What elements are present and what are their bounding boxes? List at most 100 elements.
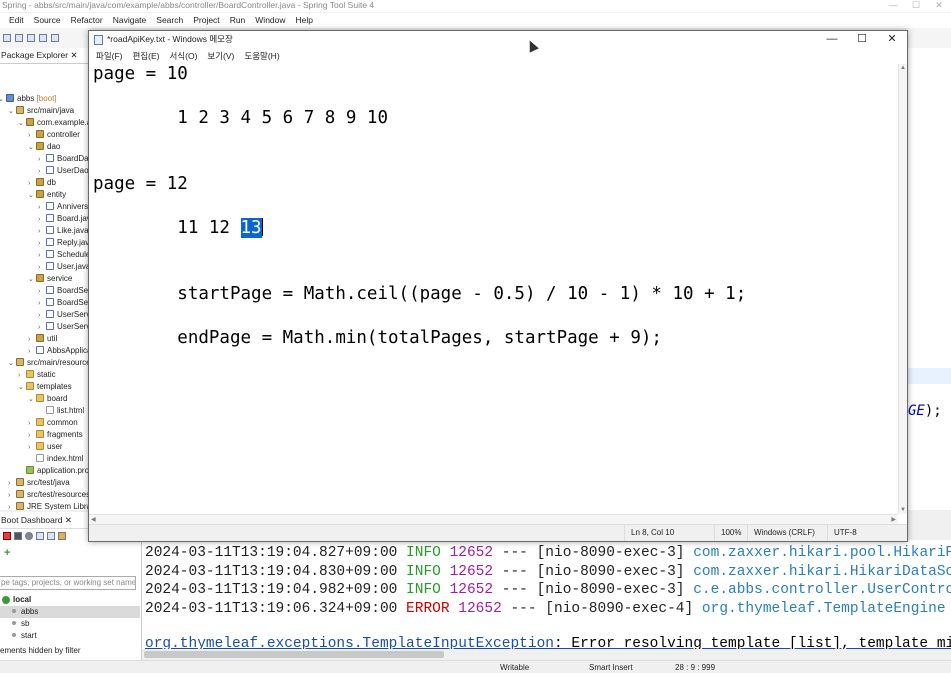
debug-icon[interactable] <box>25 532 33 540</box>
tree-item[interactable]: ⌄ templates <box>18 381 72 393</box>
scroll-down-icon[interactable]: ▼ <box>900 507 906 513</box>
tree-item[interactable]: › fragments <box>28 429 83 441</box>
menu-refactor[interactable]: Refactor <box>66 13 108 28</box>
add-icon[interactable]: + <box>4 547 10 559</box>
print-icon[interactable] <box>27 34 35 42</box>
np-menu-help[interactable]: 도움말(H) <box>239 48 284 64</box>
tree-item[interactable]: › Anniversa <box>38 201 89 213</box>
console-icon[interactable] <box>36 532 44 540</box>
tree-item[interactable]: › util <box>28 333 57 345</box>
selected-text[interactable]: 13 <box>240 218 262 238</box>
menu-run[interactable]: Run <box>225 13 251 28</box>
redo-icon[interactable] <box>51 34 59 42</box>
notepad-minimize-button[interactable]: — <box>817 31 847 48</box>
notepad-text-area[interactable]: page = 10 1 2 3 4 5 6 7 8 9 10 page = 12 … <box>89 64 899 514</box>
menu-project[interactable]: Project <box>188 13 224 28</box>
menu-help[interactable]: Help <box>291 13 318 28</box>
package-explorer-close-icon[interactable]: ✕ <box>70 50 77 60</box>
console-scroll-thumb[interactable] <box>144 651 444 658</box>
java-editor-area[interactable] <box>907 48 951 510</box>
dashboard-group-local[interactable]: local <box>13 594 31 606</box>
notepad-app-icon[interactable] <box>94 35 103 45</box>
tree-item[interactable]: › user <box>28 441 63 453</box>
scroll-up-icon[interactable]: ▲ <box>900 65 906 71</box>
ide-close-button[interactable]: ✕ <box>930 0 948 11</box>
tree-item[interactable]: ›BoardServ <box>38 285 89 297</box>
tree-item[interactable]: › db <box>28 177 56 189</box>
log-logger[interactable]: com.zaxxer.hikari.pool.HikariPool <box>693 545 951 561</box>
start-icon[interactable] <box>3 532 11 540</box>
expand-right-icon[interactable]: › <box>8 502 16 510</box>
tree-item[interactable]: ⌄ entity <box>28 189 66 201</box>
np-menu-view[interactable]: 보기(V) <box>202 48 239 64</box>
expand-down-icon[interactable]: ⌄ <box>8 106 16 118</box>
tree-item[interactable]: › Like.java <box>38 225 89 237</box>
tree-item[interactable]: index.html <box>28 453 83 465</box>
tree-item[interactable]: ⌄ com.example.a <box>18 117 89 130</box>
notepad-horizontal-scrollbar[interactable]: ◀ ▶ <box>89 514 898 524</box>
stop-icon[interactable] <box>14 532 22 540</box>
expand-down-icon[interactable]: ⌄ <box>28 142 36 154</box>
tree-item[interactable]: ⌄abbs [boot] <box>0 93 57 105</box>
ide-maximize-button[interactable]: ☐ <box>907 0 925 11</box>
config-icon[interactable] <box>58 532 66 540</box>
tree-item[interactable]: › src/test/java <box>8 477 70 489</box>
tree-item[interactable]: › AbbsApplica <box>28 345 89 357</box>
expand-down-icon[interactable]: ⌄ <box>18 382 26 394</box>
menu-navigate[interactable]: Navigate <box>108 13 152 28</box>
scroll-right-icon[interactable]: ▶ <box>891 516 896 523</box>
np-menu-format[interactable]: 서식(O) <box>164 48 202 64</box>
tree-item[interactable]: › BoardDao <box>38 153 89 165</box>
dashboard-app-row[interactable]: sb <box>0 618 29 630</box>
log-logger[interactable]: org.thymeleaf.TemplateEngine <box>702 601 946 617</box>
log-logger[interactable]: c.e.abbs.controller.UserController <box>693 582 951 598</box>
dashboard-app-row[interactable]: abbs <box>0 606 140 618</box>
np-menu-file[interactable]: 파일(F) <box>91 48 128 64</box>
save-all-icon[interactable] <box>15 34 23 42</box>
tree-item[interactable]: list.html <box>38 405 84 417</box>
expand-down-icon[interactable]: ⌄ <box>18 118 26 130</box>
menu-edit[interactable]: Edit <box>4 13 29 28</box>
ide-minimize-button[interactable]: — <box>884 0 902 11</box>
tree-item[interactable]: › static <box>18 369 56 381</box>
tree-item[interactable]: ›BoardServ <box>38 297 89 309</box>
log-logger[interactable]: com.zaxxer.hikari.HikariDataSource <box>693 564 951 580</box>
tree-item[interactable]: ⌄ src/main/java <box>8 105 74 117</box>
tree-item[interactable]: ⌄ board <box>28 393 67 405</box>
console-view[interactable]: 2024-03-11T13:19:04.827+09:00 INFO 12652… <box>142 540 951 660</box>
tree-item[interactable]: › User.java <box>38 261 89 273</box>
dashboard-filter-input[interactable]: pe tags, projects, or working set name <box>0 576 136 590</box>
menu-window[interactable]: Window <box>250 13 290 28</box>
tree-item[interactable]: ›UserServic <box>38 321 89 333</box>
dashboard-app-row[interactable]: start <box>0 630 37 642</box>
undo-icon[interactable] <box>39 34 47 42</box>
tree-item[interactable]: ⌄ service <box>28 273 72 285</box>
expand-down-icon[interactable]: ⌄ <box>8 358 16 370</box>
tree-item[interactable]: ›UserServic <box>38 309 89 321</box>
console-horizontal-scrollbar[interactable] <box>142 649 951 660</box>
boot-dashboard-close-icon[interactable]: ✕ <box>65 515 72 525</box>
tree-item[interactable]: application.prop <box>18 465 89 477</box>
tree-item[interactable]: › Schedule. <box>38 249 89 261</box>
np-menu-edit[interactable]: 편집(E) <box>128 48 165 64</box>
menu-search[interactable]: Search <box>151 13 188 28</box>
tree-item[interactable]: › JRE System Library <box>8 501 89 510</box>
tree-item[interactable]: ›Reply.java <box>38 237 89 249</box>
expand-down-icon[interactable]: ⌄ <box>28 190 36 202</box>
notepad-close-button[interactable]: ✕ <box>877 31 907 48</box>
tree-item[interactable]: ›Board.java <box>38 213 89 225</box>
tree-item[interactable]: ⌄ dao <box>28 141 60 153</box>
notepad-title-bar[interactable]: *roadApiKey.txt - Windows 메모장 <box>89 31 907 48</box>
tree-item[interactable]: › UserDao.j <box>38 165 89 177</box>
menu-source[interactable]: Source <box>29 13 66 28</box>
notepad-maximize-button[interactable]: ☐ <box>847 31 877 48</box>
tree-item[interactable]: › controller <box>28 129 80 141</box>
notepad-vertical-scrollbar[interactable]: ▲ ▼ <box>898 64 907 514</box>
scroll-left-icon[interactable]: ◀ <box>91 516 96 523</box>
expand-down-icon[interactable]: ⌄ <box>28 394 36 406</box>
package-explorer-tab[interactable]: Package Explorer ✕ <box>0 48 89 64</box>
save-icon[interactable] <box>3 34 11 42</box>
expand-down-icon[interactable]: ⌄ <box>28 274 36 286</box>
open-browser-icon[interactable] <box>47 532 55 540</box>
tree-item[interactable]: › common <box>28 417 78 429</box>
